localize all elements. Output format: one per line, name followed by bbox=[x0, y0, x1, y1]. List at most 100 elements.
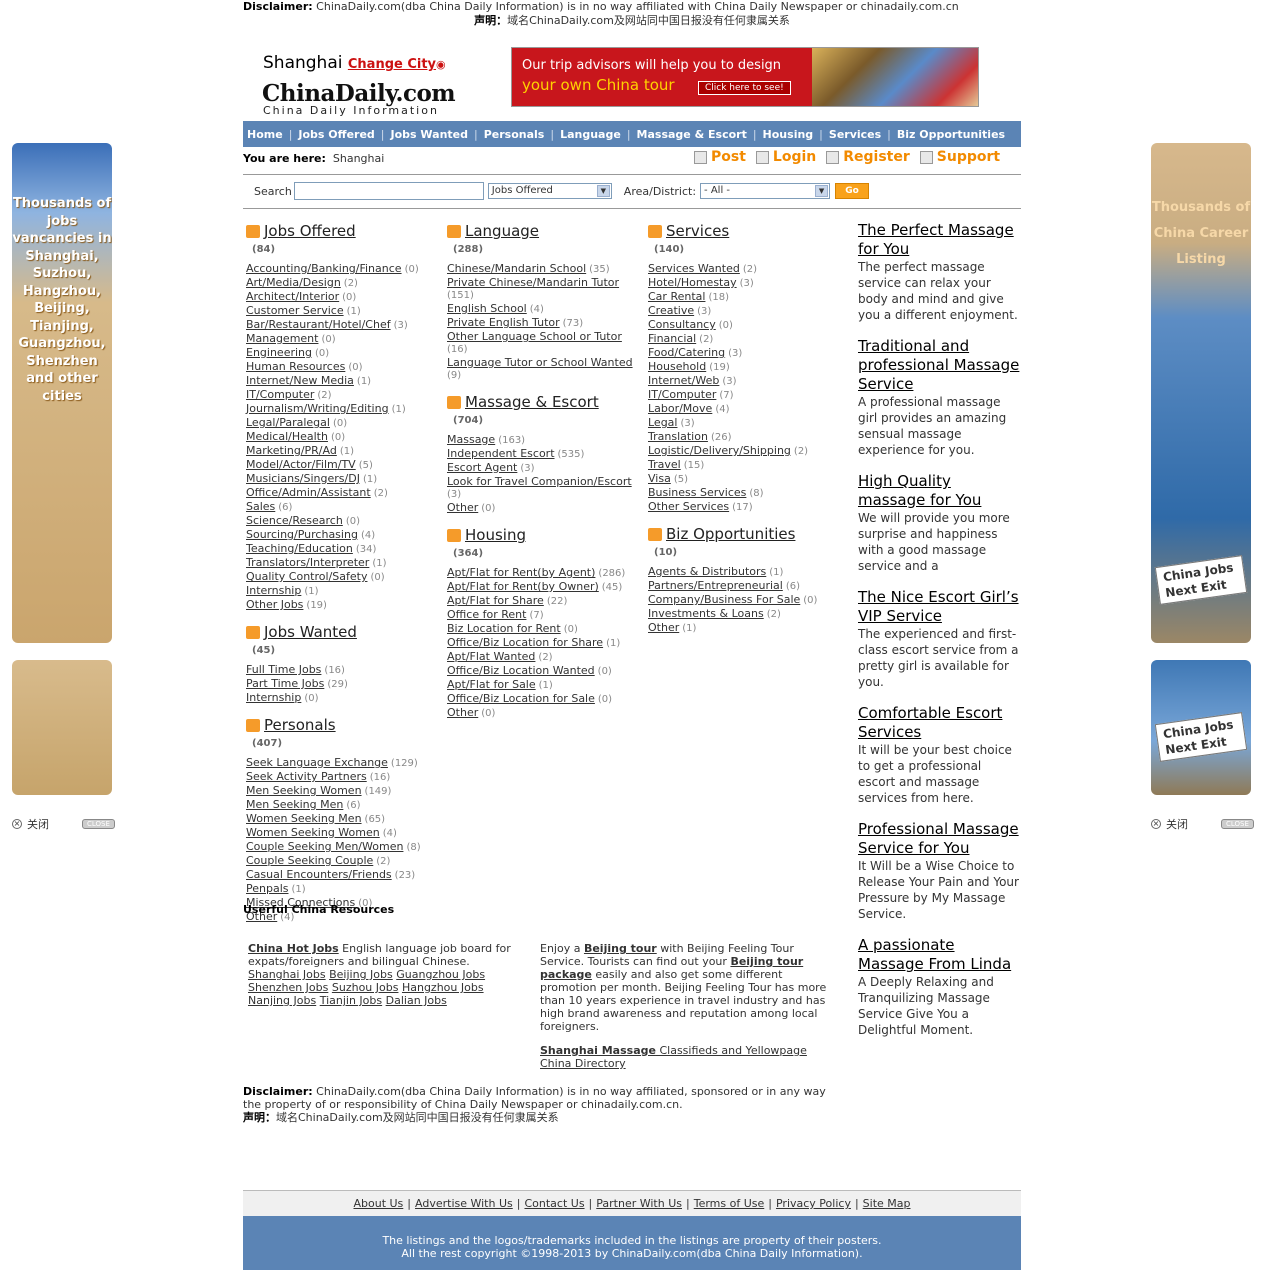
category-item[interactable]: Apt/Flat for Rent(by Owner) (45) bbox=[447, 580, 647, 594]
category-link[interactable]: Apt/Flat for Rent(by Agent) bbox=[447, 566, 595, 579]
nav-massage-escort[interactable]: Massage & Escort bbox=[637, 128, 747, 141]
section-title-housing[interactable]: Housing bbox=[465, 526, 526, 544]
close-icon[interactable]: × bbox=[1151, 819, 1161, 829]
category-link[interactable]: Men Seeking Men bbox=[246, 798, 343, 811]
category-item[interactable]: Logistic/Delivery/Shipping (2) bbox=[648, 444, 848, 458]
category-item[interactable]: Business Services (8) bbox=[648, 486, 848, 500]
category-link[interactable]: Independent Escort bbox=[447, 447, 555, 460]
category-link[interactable]: Private Chinese/Mandarin Tutor bbox=[447, 276, 619, 289]
category-item[interactable]: Bar/Restaurant/Hotel/Chef (3) bbox=[246, 318, 446, 332]
close-cn-label[interactable]: 关闭 bbox=[27, 816, 49, 832]
category-link[interactable]: Apt/Flat for Rent(by Owner) bbox=[447, 580, 599, 593]
section-title-jobs-wanted[interactable]: Jobs Wanted bbox=[264, 623, 357, 641]
area-select[interactable]: - All - ▼ bbox=[700, 183, 831, 199]
category-item[interactable]: Other (0) bbox=[447, 501, 647, 515]
category-link[interactable]: Other Services bbox=[648, 500, 729, 513]
category-link[interactable]: Office/Biz Location for Share bbox=[447, 636, 603, 649]
category-link[interactable]: Management bbox=[246, 332, 318, 345]
category-link[interactable]: Teaching/Education bbox=[246, 542, 353, 555]
right-ad-item[interactable]: A passionate Massage From Linda A Deeply … bbox=[858, 936, 1021, 1038]
category-link[interactable]: Visa bbox=[648, 472, 671, 485]
category-item[interactable]: Quality Control/Safety (0) bbox=[246, 570, 446, 584]
category-item[interactable]: Seek Language Exchange (129) bbox=[246, 756, 446, 770]
category-link[interactable]: Hotel/Homestay bbox=[648, 276, 737, 289]
category-link[interactable]: Other bbox=[447, 501, 478, 514]
category-link[interactable]: Look for Travel Companion/Escort bbox=[447, 475, 632, 488]
city-jobs-link[interactable]: Hangzhou Jobs bbox=[402, 981, 484, 994]
category-item[interactable]: Couple Seeking Couple (2) bbox=[246, 854, 446, 868]
category-item[interactable]: Partners/Entrepreneurial (6) bbox=[648, 579, 848, 593]
category-link[interactable]: Apt/Flat Wanted bbox=[447, 650, 535, 663]
category-item[interactable]: Creative (3) bbox=[648, 304, 848, 318]
register-link[interactable]: Register bbox=[843, 149, 910, 165]
right-ad-title[interactable]: The Perfect Massage for You bbox=[858, 221, 1021, 259]
category-link[interactable]: Human Resources bbox=[246, 360, 345, 373]
category-item[interactable]: Consultancy (0) bbox=[648, 318, 848, 332]
category-link[interactable]: Translators/Interpreter bbox=[246, 556, 369, 569]
category-item[interactable]: IT/Computer (2) bbox=[246, 388, 446, 402]
category-item[interactable]: Labor/Move (4) bbox=[648, 402, 848, 416]
site-logo[interactable]: ChinaDaily.com bbox=[262, 80, 456, 107]
category-item[interactable]: Office/Biz Location for Share (1) bbox=[447, 636, 647, 650]
section-title-services[interactable]: Services bbox=[666, 222, 729, 240]
category-link[interactable]: Private English Tutor bbox=[447, 316, 560, 329]
right-ad-title[interactable]: The Nice Escort Girl’s VIP Service bbox=[858, 588, 1021, 626]
beijing-tour-link[interactable]: Beijing tour bbox=[584, 942, 657, 955]
category-item[interactable]: Language Tutor or School Wanted (9) bbox=[447, 356, 647, 382]
category-item[interactable]: Chinese/Mandarin School (35) bbox=[447, 262, 647, 276]
china-hot-jobs-link[interactable]: China Hot Jobs bbox=[248, 942, 339, 955]
post-action[interactable]: Post bbox=[694, 149, 746, 165]
category-link[interactable]: Labor/Move bbox=[648, 402, 712, 415]
category-item[interactable]: Private Chinese/Mandarin Tutor (151) bbox=[447, 276, 647, 302]
category-select[interactable]: Jobs Offered ▼ bbox=[487, 183, 612, 199]
right-ad-item[interactable]: High Quality massage for You We will prov… bbox=[858, 472, 1021, 574]
shanghai-massage-link[interactable]: Shanghai Massage bbox=[540, 1044, 656, 1057]
category-link[interactable]: Chinese/Mandarin School bbox=[447, 262, 586, 275]
post-link[interactable]: Post bbox=[711, 149, 746, 165]
category-link[interactable]: Musicians/Singers/DJ bbox=[246, 472, 360, 485]
category-item[interactable]: Office/Biz Location Wanted (0) bbox=[447, 664, 647, 678]
category-item[interactable]: Private English Tutor (73) bbox=[447, 316, 647, 330]
category-link[interactable]: Car Rental bbox=[648, 290, 705, 303]
category-link[interactable]: Other Language School or Tutor bbox=[447, 330, 622, 343]
category-link[interactable]: Creative bbox=[648, 304, 694, 317]
category-link[interactable]: Financial bbox=[648, 332, 696, 345]
banner-cta-button[interactable]: Click here to see! bbox=[698, 81, 791, 95]
category-link[interactable]: Medical/Health bbox=[246, 430, 328, 443]
category-link[interactable]: Travel bbox=[648, 458, 681, 471]
category-link[interactable]: Legal/Paralegal bbox=[246, 416, 330, 429]
category-item[interactable]: Massage (163) bbox=[447, 433, 647, 447]
category-item[interactable]: Company/Business For Sale (0) bbox=[648, 593, 848, 607]
category-link[interactable]: Office/Biz Location Wanted bbox=[447, 664, 595, 677]
footer-link-terms-of-use[interactable]: Terms of Use bbox=[694, 1197, 765, 1210]
category-item[interactable]: Hotel/Homestay (3) bbox=[648, 276, 848, 290]
right-ad-close[interactable]: × 关闭 CLOSE bbox=[1151, 816, 1254, 832]
category-link[interactable]: Customer Service bbox=[246, 304, 344, 317]
category-item[interactable]: Agents & Distributors (1) bbox=[648, 565, 848, 579]
right-ad-title[interactable]: A passionate Massage From Linda bbox=[858, 936, 1021, 974]
category-item[interactable]: Food/Catering (3) bbox=[648, 346, 848, 360]
category-link[interactable]: Other bbox=[447, 706, 478, 719]
category-item[interactable]: Other Services (17) bbox=[648, 500, 848, 514]
category-link[interactable]: Internship bbox=[246, 691, 301, 704]
category-link[interactable]: Seek Language Exchange bbox=[246, 756, 388, 769]
left-side-ad-2[interactable] bbox=[12, 660, 112, 795]
category-link[interactable]: Language Tutor or School Wanted bbox=[447, 356, 633, 369]
category-link[interactable]: Science/Research bbox=[246, 514, 343, 527]
category-item[interactable]: Other (0) bbox=[447, 706, 647, 720]
category-link[interactable]: Internship bbox=[246, 584, 301, 597]
category-link[interactable]: Office/Admin/Assistant bbox=[246, 486, 371, 499]
section-title-biz-opportunities[interactable]: Biz Opportunities bbox=[666, 525, 795, 543]
category-item[interactable]: Musicians/Singers/DJ (1) bbox=[246, 472, 446, 486]
category-link[interactable]: Model/Actor/Film/TV bbox=[246, 458, 356, 471]
category-item[interactable]: Engineering (0) bbox=[246, 346, 446, 360]
right-ad-title[interactable]: Traditional and professional Massage Ser… bbox=[858, 337, 1021, 394]
category-link[interactable]: Women Seeking Men bbox=[246, 812, 362, 825]
category-link[interactable]: Food/Catering bbox=[648, 346, 725, 359]
category-link[interactable]: Journalism/Writing/Editing bbox=[246, 402, 389, 415]
category-item[interactable]: Car Rental (18) bbox=[648, 290, 848, 304]
city-jobs-link[interactable]: Guangzhou Jobs bbox=[396, 968, 485, 981]
category-item[interactable]: Visa (5) bbox=[648, 472, 848, 486]
category-link[interactable]: Office/Biz Location for Sale bbox=[447, 692, 595, 705]
login-action[interactable]: Login bbox=[755, 149, 816, 165]
